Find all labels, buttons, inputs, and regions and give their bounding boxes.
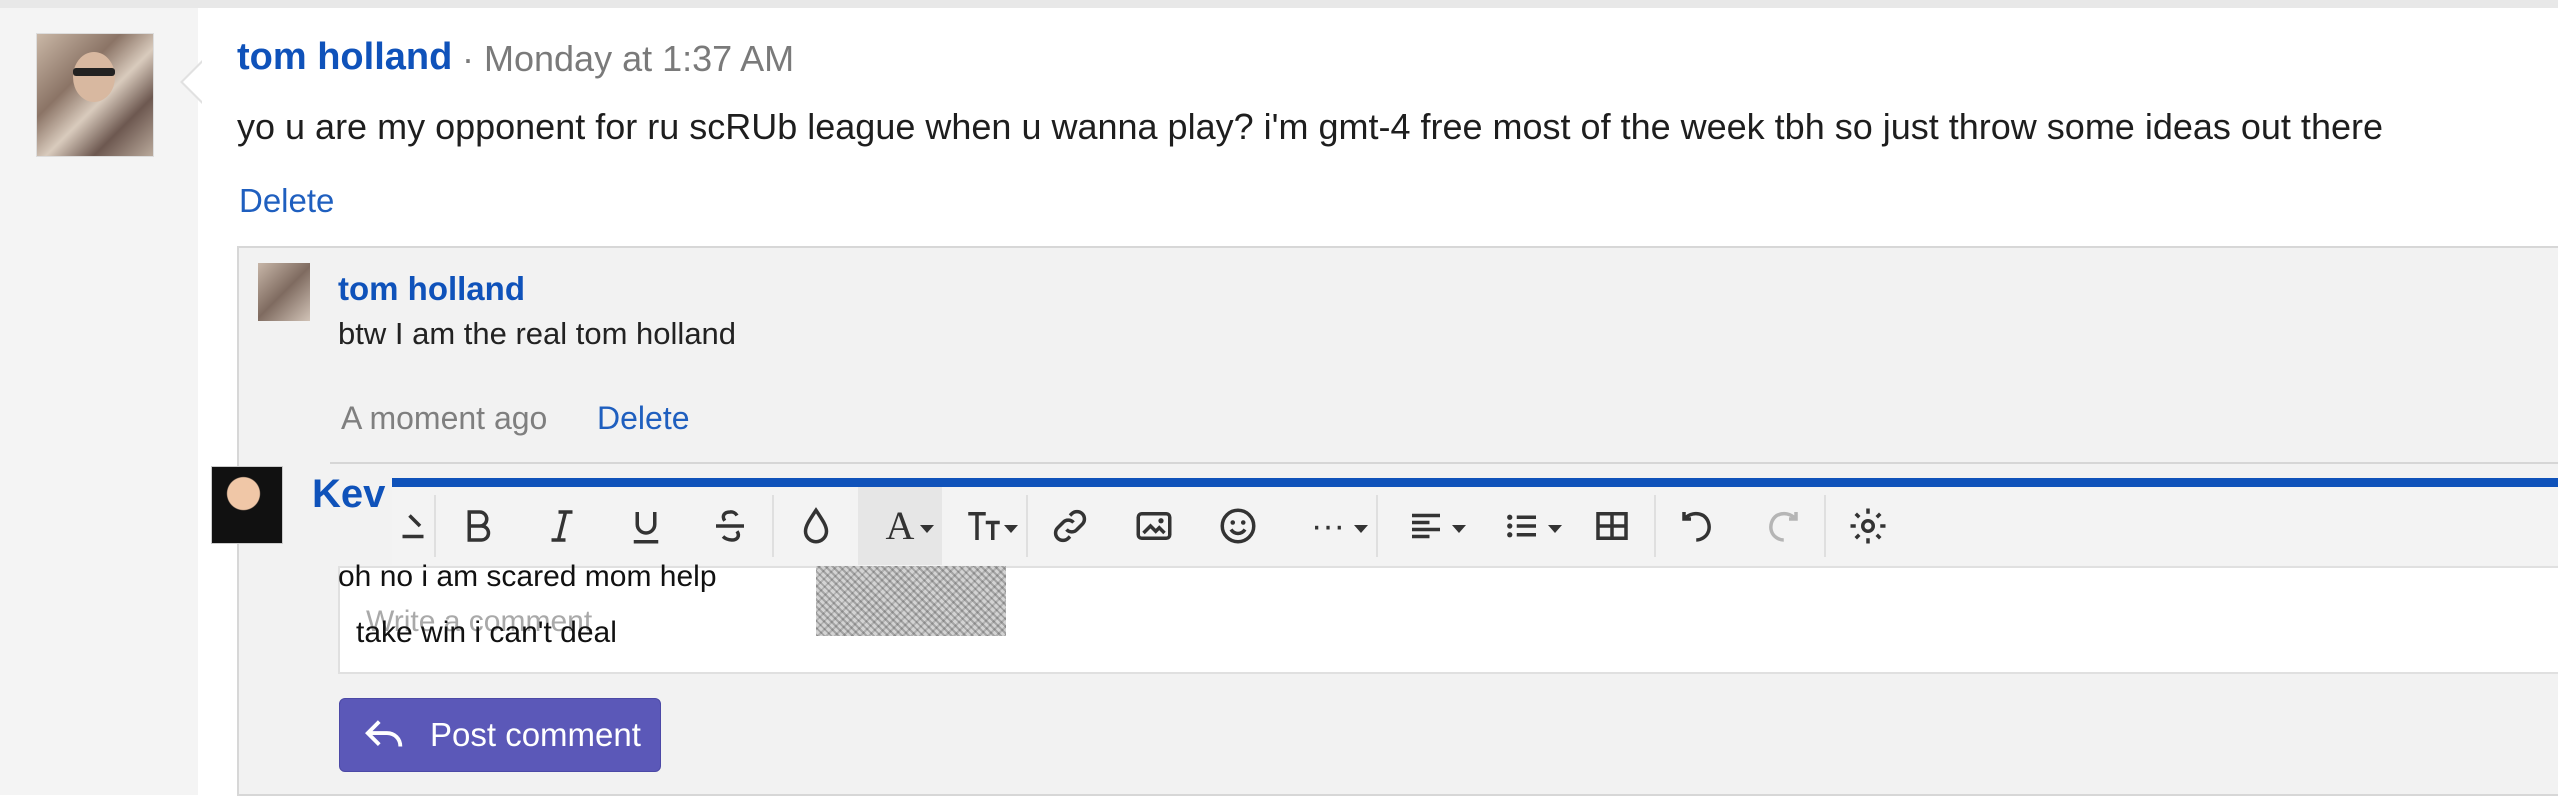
redo-icon[interactable] <box>1740 487 1824 565</box>
reply-delete-link[interactable]: Delete <box>597 400 690 437</box>
font-color-icon[interactable]: A <box>858 487 942 565</box>
font-size-icon[interactable] <box>942 487 1026 565</box>
composer-avatar[interactable] <box>211 466 283 544</box>
emoji-icon[interactable] <box>1196 487 1280 565</box>
toolbar-accent-line <box>392 478 2558 487</box>
bubble-caret-inner <box>183 62 203 102</box>
post-delete-link[interactable]: Delete <box>239 182 334 220</box>
composer-user-name: Kev <box>312 472 386 516</box>
align-icon[interactable] <box>1378 487 1474 565</box>
post-message: yo u are my opponent for ru scRUb league… <box>237 106 2383 147</box>
post-comment-label: Post comment <box>430 716 641 753</box>
reply-avatar[interactable] <box>258 263 310 321</box>
reply-timestamp: A moment ago <box>341 400 548 436</box>
post-timestamp: · Monday at 1:37 AM <box>462 38 795 79</box>
avatar[interactable] <box>36 33 154 157</box>
highlight-color-icon[interactable] <box>774 487 858 565</box>
avatar-glasses <box>73 68 115 76</box>
reply-arrow-icon <box>365 720 403 747</box>
reply-text: btw I am the real tom holland <box>338 316 737 351</box>
undo-icon[interactable] <box>1656 487 1740 565</box>
strikethrough-icon[interactable] <box>688 487 772 565</box>
collapse-icon[interactable] <box>392 487 434 565</box>
overlay-text-line-2: take win i can't deal <box>356 616 617 649</box>
redaction-scribble <box>816 566 1006 636</box>
overlay-text-line-1: oh no i am scared mom help <box>338 560 717 593</box>
link-icon[interactable] <box>1028 487 1112 565</box>
more-options-icon[interactable]: ··· <box>1280 487 1376 565</box>
bold-icon[interactable] <box>436 487 520 565</box>
underline-icon[interactable] <box>604 487 688 565</box>
image-icon[interactable] <box>1112 487 1196 565</box>
settings-icon[interactable] <box>1826 487 1910 565</box>
italic-icon[interactable] <box>520 487 604 565</box>
list-icon[interactable] <box>1474 487 1570 565</box>
post-author[interactable]: tom holland <box>237 36 452 79</box>
reply-separator <box>330 462 2558 464</box>
table-icon[interactable] <box>1570 487 1654 565</box>
formatting-toolbar: A ··· <box>392 487 2558 565</box>
post-comment-button[interactable]: Post comment <box>339 698 661 772</box>
avatar-face <box>73 52 115 102</box>
reply-author[interactable]: tom holland <box>338 270 525 308</box>
top-divider <box>0 0 2558 8</box>
